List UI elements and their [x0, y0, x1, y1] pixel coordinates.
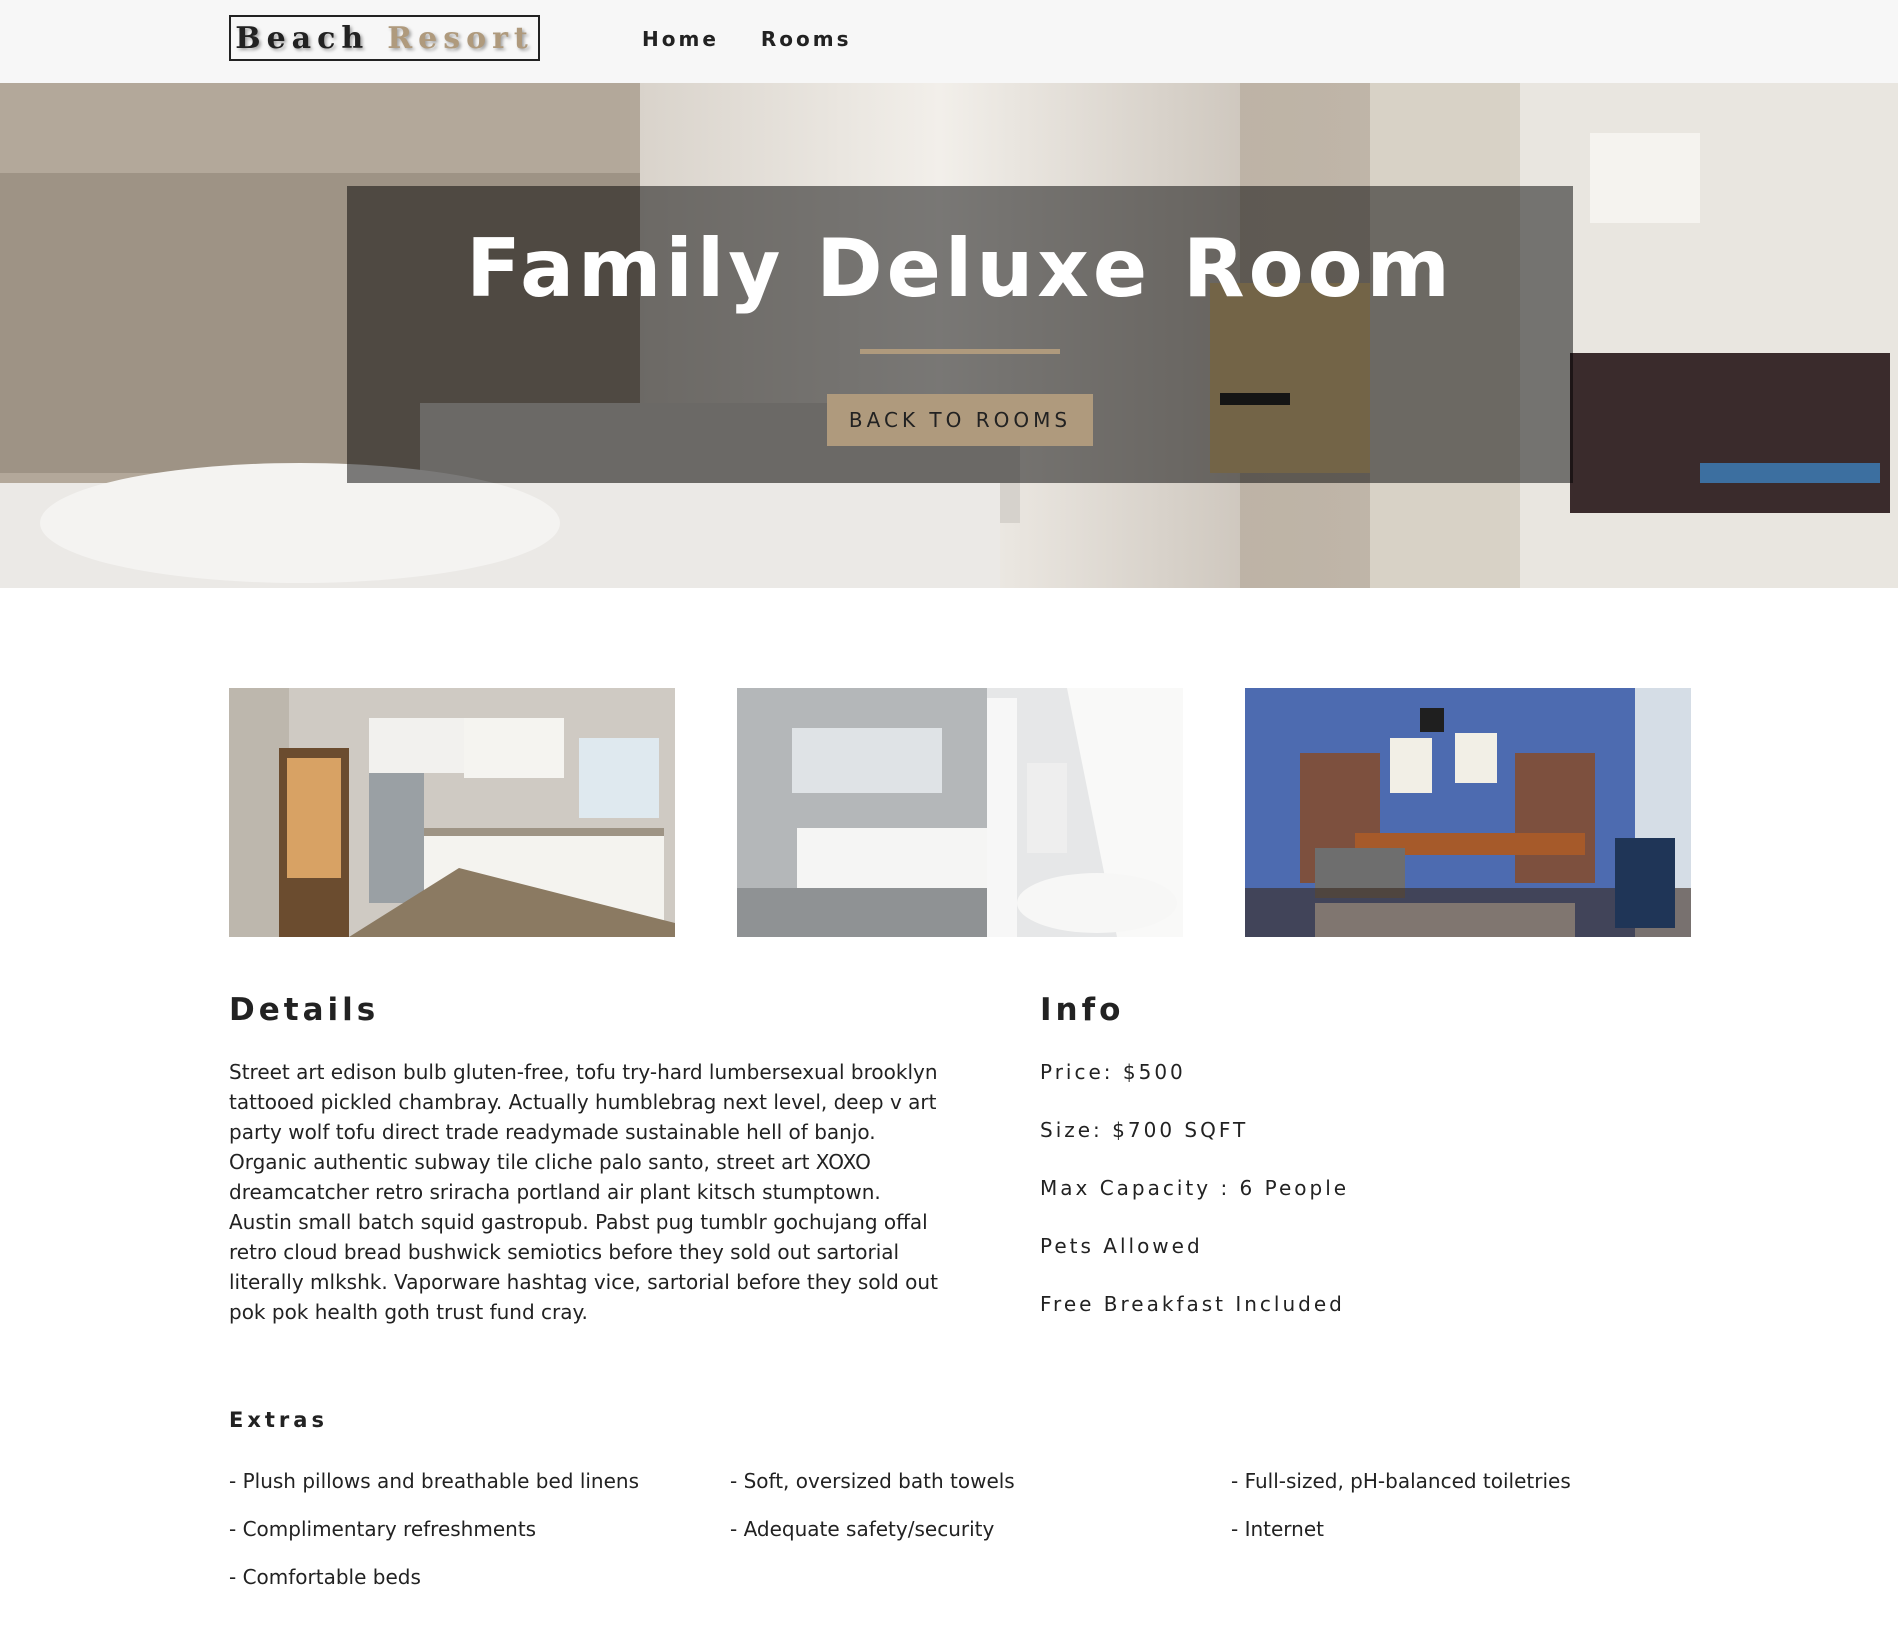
extra-item: - Full-sized, pH-balanced toiletries [1231, 1469, 1571, 1493]
nav-links: Home Rooms [642, 27, 852, 51]
info-breakfast: Free Breakfast Included [1040, 1292, 1345, 1316]
info-size: Size: $700 SQFT [1040, 1118, 1249, 1142]
extra-item: - Complimentary refreshments [229, 1517, 537, 1541]
info-heading: Info [1040, 992, 1125, 1028]
title-divider [860, 349, 1060, 354]
info-list: Price: $500 Size: $700 SQFT Max Capacity… [1040, 1057, 1349, 1347]
navbar: Beach Resort Home Rooms [0, 0, 1898, 83]
extras-list: - Plush pillows and breathable bed linen… [229, 1466, 1729, 1592]
details-description: Street art edison bulb gluten-free, tofu… [229, 1060, 938, 1324]
extra-item: - Soft, oversized bath towels [730, 1469, 1015, 1493]
extra-item: - Comfortable beds [229, 1565, 421, 1589]
hero-banner: Family Deluxe Room BACK TO ROOMS [0, 83, 1898, 588]
info-capacity: Max Capacity : 6 People [1040, 1176, 1350, 1200]
extra-item: - Adequate safety/security [730, 1517, 995, 1541]
logo-word-beach: Beach [235, 20, 370, 56]
extra-item: - Plush pillows and breathable bed linen… [229, 1469, 640, 1493]
info-price: Price: $500 [1040, 1060, 1186, 1084]
site-logo[interactable]: Beach Resort [229, 15, 540, 61]
gallery-image-living-room [1245, 688, 1691, 937]
extras-heading: Extras [229, 1408, 328, 1432]
gallery-image-kitchen [229, 688, 675, 937]
room-gallery [229, 688, 1691, 937]
hero-banner-overlay: Family Deluxe Room BACK TO ROOMS [347, 186, 1573, 483]
room-title: Family Deluxe Room [466, 222, 1454, 315]
info-pets: Pets Allowed [1040, 1234, 1203, 1258]
details-heading: Details [229, 992, 380, 1028]
nav-link-rooms[interactable]: Rooms [761, 27, 852, 51]
logo-word-resort: Resort [387, 20, 534, 56]
nav-link-home[interactable]: Home [642, 27, 719, 51]
extra-item: - Internet [1231, 1517, 1324, 1541]
gallery-image-bathroom [737, 688, 1183, 937]
back-to-rooms-button[interactable]: BACK TO ROOMS [827, 394, 1093, 446]
